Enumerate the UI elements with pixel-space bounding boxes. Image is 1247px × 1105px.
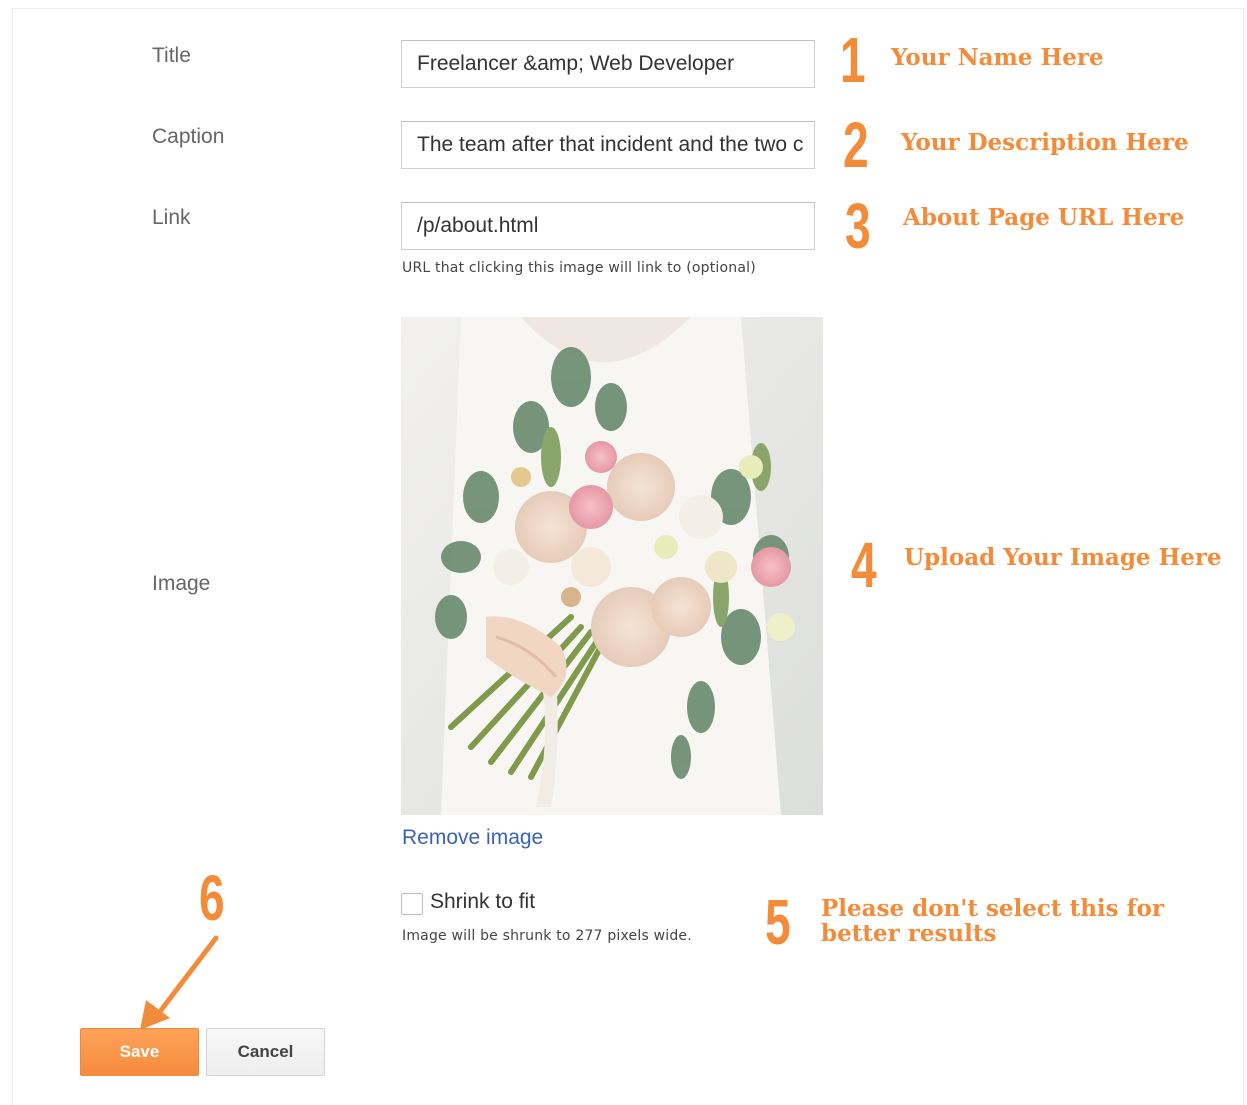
shrink-hint: Image will be shrunk to 277 pixels wide. [402, 928, 692, 944]
annotation-number-5: 5 [765, 886, 791, 958]
annotation-text-4: Upload Your Image Here [904, 544, 1222, 571]
annotation-text-5-line1: Please don't select this for [821, 895, 1164, 922]
title-label: Title [152, 44, 191, 67]
annotation-text-3: About Page URL Here [903, 204, 1185, 231]
save-button[interactable]: Save [80, 1028, 199, 1076]
cancel-button[interactable]: Cancel [206, 1028, 325, 1076]
shrink-to-fit-checkbox[interactable] [401, 893, 423, 915]
annotation-text-2: Your Description Here [901, 129, 1189, 156]
link-hint: URL that clicking this image will link t… [402, 260, 756, 276]
shrink-to-fit-label[interactable]: Shrink to fit [430, 890, 535, 914]
caption-label: Caption [152, 125, 225, 148]
arrow-pointer-icon [140, 935, 219, 1030]
annotation-number-3: 3 [845, 190, 871, 262]
caption-input[interactable]: The team after that incident and the two… [401, 121, 815, 169]
annotation-number-6: 6 [199, 862, 225, 934]
annotation-number-1: 1 [840, 24, 866, 96]
link-label: Link [152, 206, 191, 229]
annotation-number-2: 2 [843, 109, 869, 181]
title-input[interactable]: Freelancer &amp; Web Developer [401, 40, 815, 88]
bouquet-image [401, 317, 823, 815]
annotation-text-5-line2: better results [821, 920, 997, 947]
annotation-number-4: 4 [851, 529, 877, 601]
remove-image-link[interactable]: Remove image [402, 826, 543, 850]
annotation-text-1: Your Name Here [891, 44, 1104, 71]
link-input[interactable]: /p/about.html [401, 202, 815, 250]
image-label: Image [152, 572, 211, 595]
